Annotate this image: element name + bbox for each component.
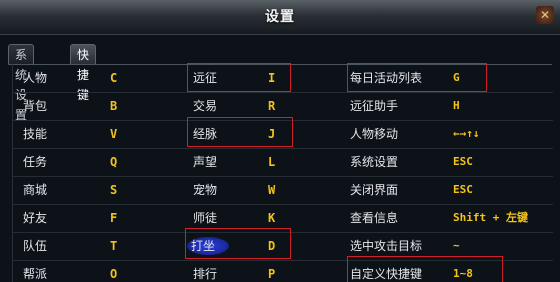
hotkey-value[interactable]: P	[268, 260, 275, 282]
hotkey-value[interactable]: L	[268, 148, 275, 176]
highlight-box	[187, 63, 291, 92]
highlight-box	[187, 117, 293, 147]
hotkey-value[interactable]: C	[110, 64, 117, 92]
hotkey-value[interactable]: ESC	[453, 176, 473, 204]
tab-system-settings[interactable]: 系统设置	[8, 44, 35, 122]
hotkey-value[interactable]: ←→↑↓	[453, 120, 480, 148]
hotkey-value[interactable]: Shift + 左键	[453, 204, 528, 232]
action-label: 技能	[23, 127, 48, 141]
action-label: 帮派	[23, 267, 48, 281]
action-label: 人物	[23, 71, 48, 85]
hotkey-value[interactable]: B	[110, 92, 117, 120]
action-label: 队伍	[23, 239, 48, 253]
highlight-box	[347, 256, 503, 282]
action-label: 商城	[23, 183, 48, 197]
title-bar[interactable]: 设置 ✕	[0, 0, 560, 35]
action-label: 交易	[193, 99, 218, 113]
settings-window: 设置 ✕ 系统设置 快捷键 人物 C 远征 I 每日活动列表 G 背包 B 交易…	[0, 0, 560, 282]
action-label: 系统设置	[350, 155, 399, 169]
hotkey-value[interactable]: O	[110, 260, 117, 282]
hotkey-value[interactable]: F	[110, 204, 117, 232]
hotkey-value[interactable]: H	[453, 92, 460, 120]
action-label: 背包	[23, 99, 48, 113]
action-label: 任务	[23, 155, 48, 169]
action-label: 人物移动	[350, 127, 399, 141]
action-label: 远征助手	[350, 99, 399, 113]
action-label: 关闭界面	[350, 183, 399, 197]
action-label: 宠物	[193, 183, 218, 197]
hotkey-value[interactable]: V	[110, 120, 117, 148]
hotkey-value[interactable]: T	[110, 232, 117, 260]
hotkey-value[interactable]: Q	[110, 148, 117, 176]
window-title: 设置	[265, 9, 295, 25]
action-label: 排行	[193, 267, 218, 281]
hotkey-value[interactable]: ESC	[453, 148, 473, 176]
table-row: 商城 S 宠物 W 关闭界面 ESC	[13, 176, 553, 205]
action-label: 好友	[23, 211, 48, 225]
table-row: 任务 Q 声望 L 系统设置 ESC	[13, 148, 553, 177]
close-icon[interactable]: ✕	[536, 6, 554, 24]
shortcut-table: 人物 C 远征 I 每日活动列表 G 背包 B 交易 R 远征助手 H 技能 V…	[12, 63, 553, 282]
hotkey-value[interactable]: S	[110, 176, 117, 204]
highlight-box	[347, 63, 487, 92]
highlight-box	[185, 228, 291, 259]
hotkey-value[interactable]: W	[268, 176, 275, 204]
tab-shortcuts[interactable]: 快捷键	[70, 44, 97, 102]
action-label: 查看信息	[350, 211, 399, 225]
hotkey-value[interactable]: R	[268, 92, 275, 120]
action-label: 声望	[193, 155, 218, 169]
